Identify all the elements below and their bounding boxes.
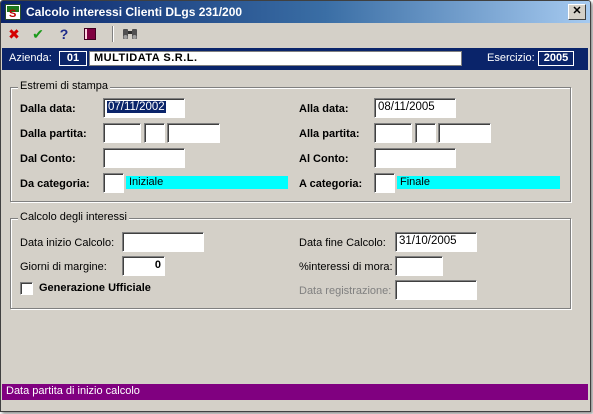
azienda-label: Azienda:	[9, 52, 52, 64]
giorni-margine-field[interactable]: 0	[122, 256, 165, 276]
azienda-bar: Azienda: 01 MULTIDATA S.R.L. Esercizio: …	[2, 48, 588, 70]
esercizio-label: Esercizio:	[487, 52, 535, 64]
search-button[interactable]	[120, 25, 140, 43]
da-categoria-description: Iniziale	[126, 176, 288, 189]
alla-partita-field-2[interactable]	[415, 123, 436, 143]
dalla-partita-label: Dalla partita:	[20, 128, 87, 140]
alla-partita-field-3[interactable]	[438, 123, 491, 143]
title-bar[interactable]: Calcolo interessi Clienti DLgs 231/200 ✕	[1, 1, 590, 23]
data-inizio-label: Data inizio Calcolo:	[20, 237, 115, 249]
dalla-partita-field-1[interactable]	[103, 123, 141, 143]
confirm-button[interactable]: ✔	[28, 25, 48, 43]
da-categoria-code-field[interactable]	[103, 173, 124, 193]
data-inizio-field[interactable]	[122, 232, 204, 252]
toolbar: ✖ ✔ ?	[1, 23, 590, 45]
alla-data-label: Alla data:	[299, 103, 349, 115]
esercizio-value: 2005	[538, 51, 574, 66]
dal-conto-field[interactable]	[103, 148, 185, 168]
binoculars-icon	[123, 29, 137, 39]
data-registrazione-field	[395, 280, 477, 300]
data-registrazione-label: Data registrazione:	[299, 285, 392, 297]
generazione-ufficiale-label: Generazione Ufficiale	[39, 282, 151, 294]
red-x-icon: ✖	[8, 26, 20, 42]
al-conto-field[interactable]	[374, 148, 456, 168]
dalla-data-field[interactable]: 07/11/2002	[103, 98, 185, 118]
alla-data-field[interactable]: 08/11/2005	[374, 98, 456, 118]
al-conto-label: Al Conto:	[299, 153, 349, 165]
dialog-window: Calcolo interessi Clienti DLgs 231/200 ✕…	[0, 0, 591, 412]
a-categoria-code-field[interactable]	[374, 173, 395, 193]
alla-partita-field-1[interactable]	[374, 123, 412, 143]
book-icon	[84, 28, 96, 40]
a-categoria-label: A categoria:	[299, 178, 363, 190]
calcolo-group-title: Calcolo degli interessi	[18, 211, 129, 223]
book-button[interactable]	[80, 25, 100, 43]
azienda-code: 01	[59, 51, 87, 66]
green-check-icon: ✔	[32, 26, 44, 42]
alla-partita-label: Alla partita:	[299, 128, 360, 140]
estremi-group-title: Estremi di stampa	[18, 80, 111, 92]
dal-conto-label: Dal Conto:	[20, 153, 76, 165]
status-text: Data partita di inizio calcolo	[6, 385, 140, 397]
da-categoria-label: Da categoria:	[20, 178, 90, 190]
a-categoria-description: Finale	[397, 176, 560, 189]
data-fine-label: Data fine Calcolo:	[299, 237, 386, 249]
interessi-mora-label: %interessi di mora:	[299, 261, 393, 273]
giorni-margine-label: Giorni di margine:	[20, 261, 107, 273]
dalla-partita-field-3[interactable]	[167, 123, 220, 143]
azienda-name: MULTIDATA S.R.L.	[89, 51, 462, 66]
help-button[interactable]: ?	[54, 25, 74, 43]
toolbar-separator	[112, 26, 114, 42]
dalla-data-label: Dalla data:	[20, 103, 76, 115]
cancel-button[interactable]: ✖	[4, 25, 24, 43]
interessi-mora-field[interactable]	[395, 256, 443, 276]
status-bar: Data partita di inizio calcolo	[2, 384, 588, 400]
app-icon	[5, 4, 21, 20]
data-fine-field[interactable]: 31/10/2005	[395, 232, 477, 252]
dalla-partita-field-2[interactable]	[144, 123, 165, 143]
question-mark-icon: ?	[59, 26, 69, 42]
generazione-ufficiale-checkbox[interactable]	[20, 282, 33, 295]
close-button[interactable]: ✕	[568, 4, 586, 20]
window-title: Calcolo interessi Clienti DLgs 231/200	[26, 5, 243, 19]
